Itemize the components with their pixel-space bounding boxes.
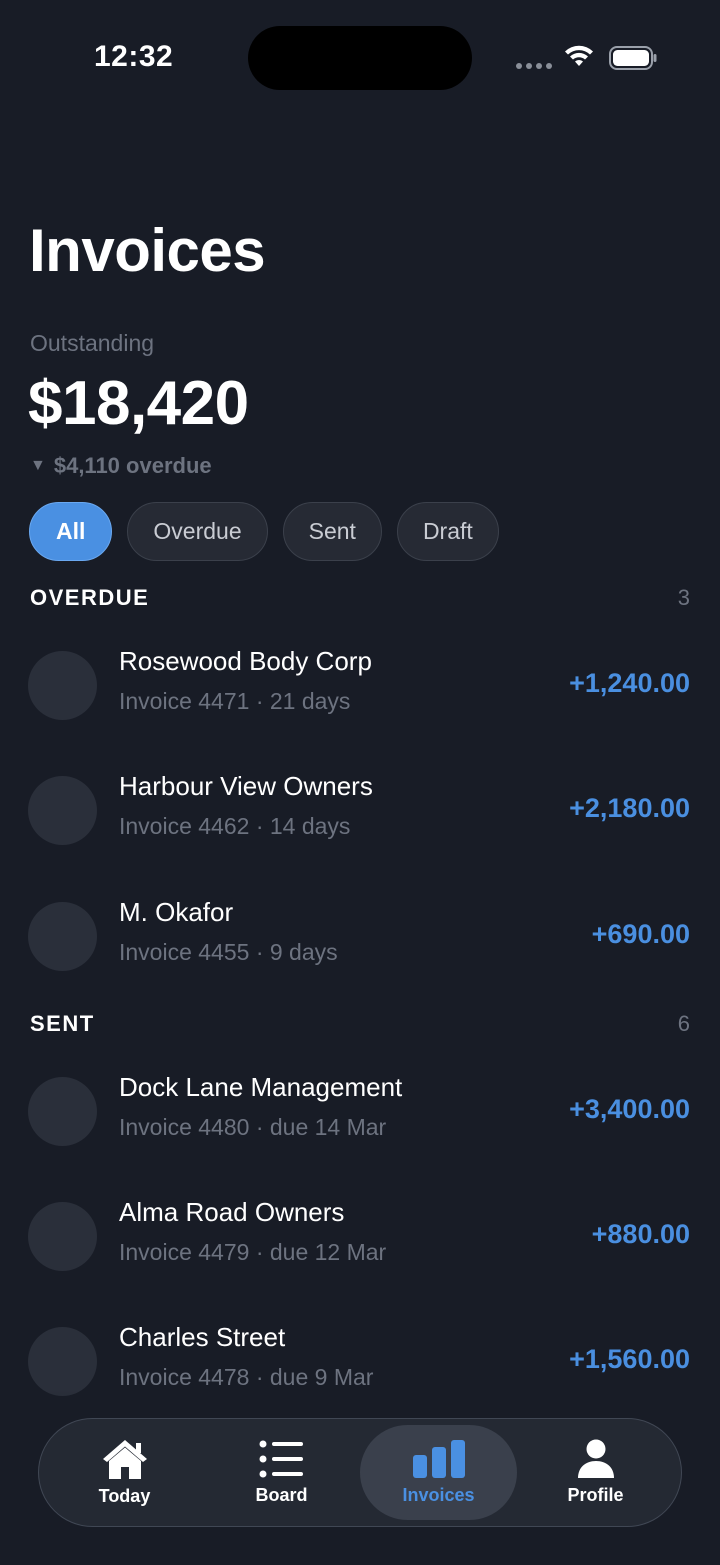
status-bar: 12:32 (0, 0, 720, 110)
invoice-details: Invoice 4478 · due 9 Mar (119, 1364, 374, 1390)
section-header-overdue: OVERDUE 3 (30, 585, 690, 611)
avatar (28, 1327, 97, 1396)
filter-chip-sent[interactable]: Sent (282, 502, 382, 561)
tab-label: Profile (567, 1485, 624, 1505)
cellular-signal-icon (516, 63, 552, 69)
client-name: Harbour View Owners (119, 771, 373, 801)
section-count: 6 (677, 1011, 690, 1036)
house-icon (102, 1440, 147, 1479)
invoice-amount: +3,400.00 (569, 1094, 690, 1124)
overdue-summary: ▼ $4,110 overdue (30, 453, 212, 479)
filter-chip-all[interactable]: All (29, 502, 113, 561)
section-title: SENT (30, 1011, 95, 1036)
client-name: Dock Lane Management (119, 1072, 403, 1102)
invoice-details: Invoice 4455 · 9 days (119, 939, 338, 965)
person-icon (577, 1439, 614, 1478)
invoice-row[interactable]: Alma Road Owners Invoice 4479 · due 12 M… (28, 1197, 690, 1272)
down-triangle-icon: ▼ (30, 457, 46, 474)
outstanding-amount: $18,420 (28, 369, 249, 438)
tab-profile[interactable]: Profile (517, 1425, 674, 1520)
outstanding-label: Outstanding (30, 330, 155, 356)
invoice-amount: +1,240.00 (569, 668, 690, 698)
section-title: OVERDUE (30, 585, 150, 610)
avatar (28, 651, 97, 720)
filter-chip-overdue[interactable]: Overdue (127, 502, 268, 561)
invoice-details: Invoice 4479 · due 12 Mar (119, 1239, 387, 1265)
invoice-row[interactable]: Charles Street Invoice 4478 · due 9 Mar … (28, 1322, 690, 1397)
invoice-amount: +880.00 (591, 1219, 690, 1249)
invoice-details: Invoice 4480 · due 14 Mar (119, 1114, 387, 1140)
invoice-amount: +1,560.00 (569, 1344, 690, 1374)
client-name: Rosewood Body Corp (119, 646, 372, 676)
tab-label: Invoices (402, 1485, 475, 1505)
section-header-sent: SENT 6 (30, 1011, 690, 1037)
status-time: 12:32 (94, 40, 174, 73)
invoice-row[interactable]: Dock Lane Management Invoice 4480 · due … (28, 1072, 690, 1147)
filter-chips: All Overdue Sent Draft (29, 502, 499, 561)
invoice-row[interactable]: M. Okafor Invoice 4455 · 9 days +690.00 (28, 897, 690, 972)
invoice-details: Invoice 4471 · 21 days (119, 688, 351, 714)
tab-board[interactable]: Board (203, 1425, 360, 1520)
avatar (28, 1077, 97, 1146)
tab-label: Board (255, 1485, 308, 1505)
avatar (28, 776, 97, 845)
client-name: Alma Road Owners (119, 1197, 345, 1227)
battery-icon (609, 46, 657, 70)
invoice-row[interactable]: Harbour View Owners Invoice 4462 · 14 da… (28, 771, 690, 846)
invoice-amount: +2,180.00 (569, 793, 690, 823)
invoice-row[interactable]: Rosewood Body Corp Invoice 4471 · 21 day… (28, 646, 690, 721)
list-icon (259, 1440, 303, 1478)
avatar (28, 902, 97, 971)
page-title: Invoices (29, 217, 266, 284)
invoice-amount: +690.00 (591, 919, 690, 949)
client-name: Charles Street (119, 1322, 286, 1352)
client-name: M. Okafor (119, 897, 234, 927)
tab-today[interactable]: Today (46, 1425, 203, 1520)
tab-label: Today (98, 1486, 151, 1506)
tab-invoices[interactable]: Invoices (360, 1425, 517, 1520)
avatar (28, 1202, 97, 1271)
dynamic-island (248, 26, 472, 90)
wifi-icon (565, 45, 593, 66)
bar-chart-icon (412, 1440, 465, 1478)
tab-bar: Today Board Invoices Profile (38, 1418, 682, 1527)
overdue-summary-text: $4,110 overdue (53, 453, 212, 478)
filter-chip-draft[interactable]: Draft (396, 502, 499, 561)
section-count: 3 (677, 585, 690, 610)
invoice-details: Invoice 4462 · 14 days (119, 813, 351, 839)
